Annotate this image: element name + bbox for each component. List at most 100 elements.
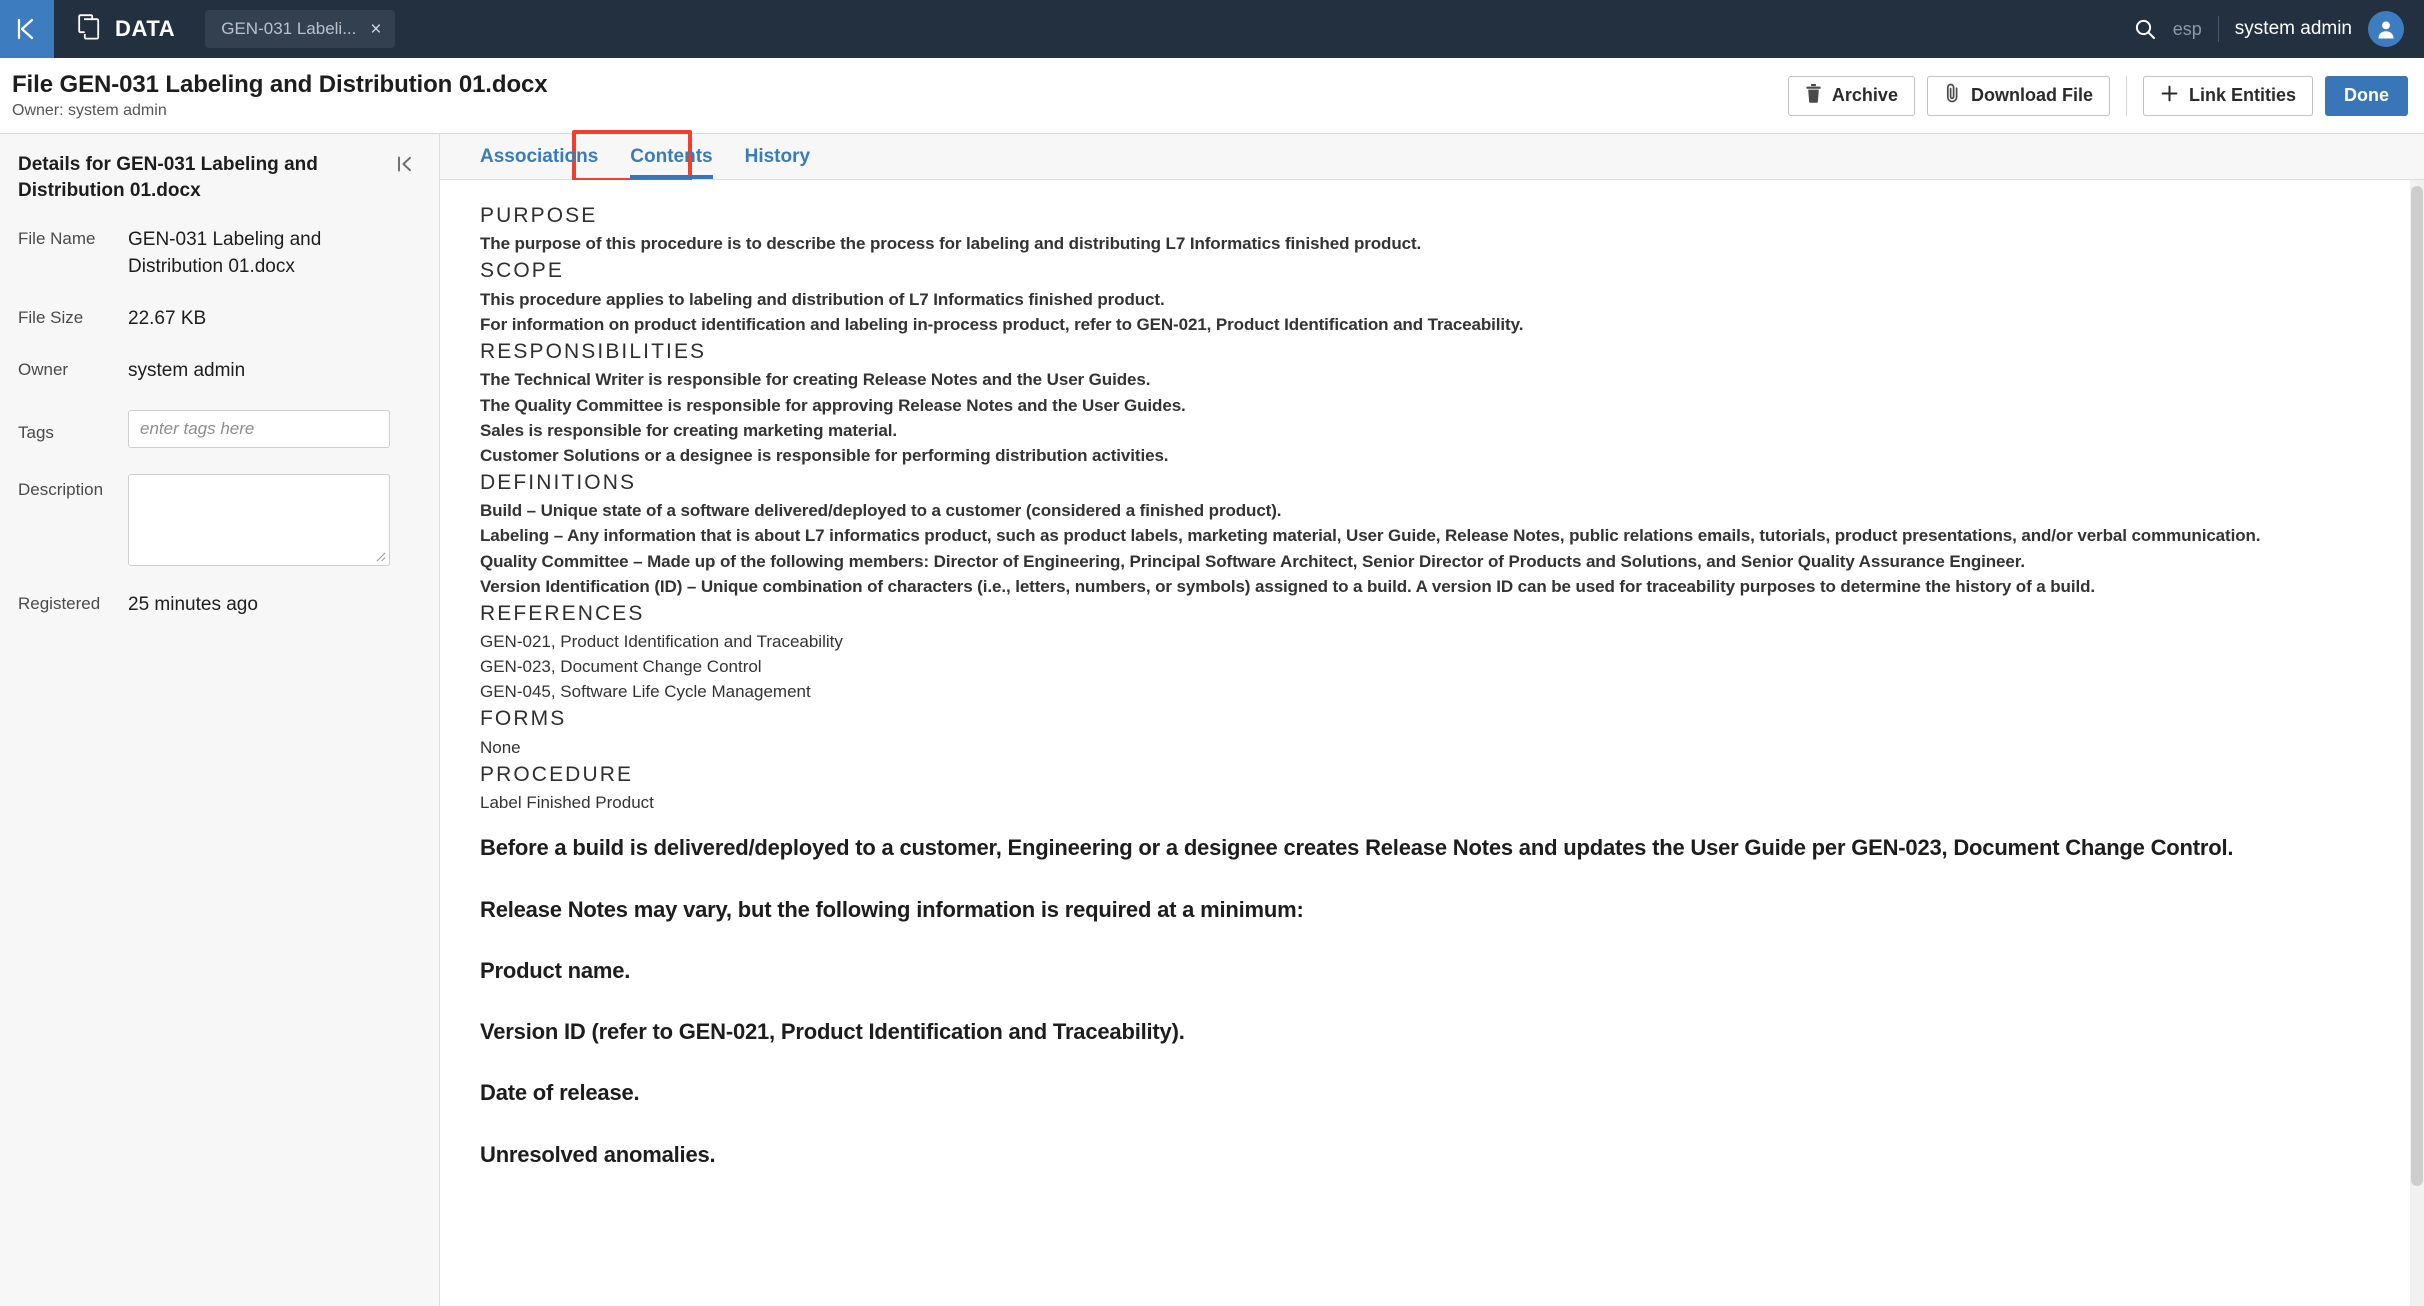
document-line: Labeling – Any information that is about… — [480, 526, 2261, 546]
tab-label: History — [744, 145, 811, 167]
document-line: None — [480, 737, 521, 757]
document-line: The Technical Writer is responsible for … — [480, 370, 1151, 390]
document-line: Build – Unique state of a software deliv… — [480, 501, 1282, 521]
field-owner-label: Owner — [18, 359, 69, 379]
close-tab-icon[interactable]: × — [370, 20, 381, 39]
tags-input[interactable] — [128, 410, 390, 449]
field-registered-label: Registered — [18, 594, 101, 614]
field-description-label: Description — [18, 480, 104, 500]
back-button[interactable] — [0, 0, 54, 58]
field-file-size-value: 22.67 KB — [128, 307, 207, 329]
document-heading: DEFINITIONS — [480, 470, 637, 494]
plus-icon — [2160, 84, 2179, 108]
document-paragraph: Release Notes may vary, but the followin… — [480, 896, 1304, 922]
document-viewer: PURPOSE The purpose of this procedure is … — [440, 180, 2424, 1306]
tab-associations[interactable]: Associations — [464, 134, 614, 179]
chevron-double-left-icon — [14, 15, 40, 43]
tab-contents[interactable]: Contents — [614, 134, 728, 179]
field-file-name-label: File Name — [18, 229, 96, 249]
collapse-panel-icon[interactable] — [395, 152, 415, 179]
document-line: GEN-045, Software Life Cycle Management — [480, 682, 811, 702]
tab-strip: Associations Contents History — [440, 130, 2424, 182]
field-registered-value: 25 minutes ago — [128, 594, 258, 616]
document-paragraph: Product name. — [480, 957, 631, 983]
document-line: Customer Solutions or a designee is resp… — [480, 445, 1169, 465]
page-header-actions: Archive Download File Link Entities Done — [1787, 75, 2408, 116]
application-window: DATA GEN-031 Labeli... × esp system admi… — [0, 0, 2424, 1306]
document-line: Quality Committee – Made up of the follo… — [480, 551, 2025, 571]
field-owner: Owner system admin — [18, 358, 415, 384]
document-line: The Quality Committee is responsible for… — [480, 395, 1186, 415]
document-line: The purpose of this procedure is to desc… — [480, 234, 1422, 254]
action-divider — [2125, 75, 2127, 116]
module-indicator[interactable]: DATA — [54, 13, 197, 45]
details-field-list: File Name GEN-031 Labeling and Distribut… — [18, 227, 415, 618]
document-spacer — [480, 816, 2384, 832]
field-tags: Tags — [18, 410, 415, 449]
locale-switch[interactable]: esp — [2173, 19, 2202, 40]
document-paragraph: Before a build is delivered/deployed to … — [480, 835, 2234, 861]
field-tags-label: Tags — [18, 423, 54, 443]
document-line: GEN-023, Document Change Control — [480, 657, 762, 677]
document-scrollbar-thumb[interactable] — [2411, 186, 2423, 1186]
page-title: File GEN-031 Labeling and Distribution 0… — [12, 71, 548, 98]
top-navigation-bar: DATA GEN-031 Labeli... × esp system admi… — [0, 0, 2424, 58]
field-owner-value: system admin — [128, 359, 246, 381]
document-line: Label Finished Product — [480, 793, 654, 813]
open-document-tab-label: GEN-031 Labeli... — [221, 19, 357, 38]
done-button[interactable]: Done — [2325, 75, 2408, 116]
document-heading: PROCEDURE — [480, 762, 634, 786]
topbar-divider — [2217, 16, 2219, 42]
main-panel: Associations Contents History PURPOSE The p… — [440, 130, 2424, 1306]
paperclip-icon — [1944, 83, 1961, 108]
archive-button[interactable]: Archive — [1787, 75, 1915, 116]
description-textarea[interactable] — [128, 474, 390, 567]
document-line: For information on product identificatio… — [480, 314, 1524, 334]
details-sidebar-header: Details for GEN-031 Labeling and Distrib… — [18, 152, 415, 203]
document-paragraph: Unresolved anomalies. — [480, 1141, 716, 1167]
page-body: Details for GEN-031 Labeling and Distrib… — [0, 130, 2424, 1306]
page-header: File GEN-031 Labeling and Distribution 0… — [0, 58, 2424, 134]
module-label: DATA — [115, 16, 176, 41]
field-file-size: File Size 22.67 KB — [18, 306, 415, 332]
document-paragraph: Date of release. — [480, 1080, 640, 1106]
document-scrollbar[interactable] — [2410, 180, 2424, 1306]
download-file-button-label: Download File — [1970, 85, 2093, 105]
open-document-tab[interactable]: GEN-031 Labeli... × — [205, 10, 395, 48]
page-owner-label: Owner: system admin — [12, 102, 167, 119]
link-entities-button[interactable]: Link Entities — [2142, 75, 2313, 116]
topbar-right-cluster: esp system admin — [2133, 11, 2424, 47]
documents-icon — [78, 13, 102, 45]
resize-grip-icon[interactable] — [372, 548, 386, 562]
document-heading: SCOPE — [480, 259, 565, 283]
document-line: Sales is responsible for creating market… — [480, 420, 898, 440]
document-paragraph: Version ID (refer to GEN-021, Product Id… — [480, 1019, 1185, 1045]
username-label[interactable]: system admin — [2235, 18, 2352, 40]
details-sidebar: Details for GEN-031 Labeling and Distrib… — [0, 134, 440, 1306]
tab-label: Associations — [480, 145, 599, 167]
done-button-label: Done — [2344, 85, 2389, 105]
document-heading: FORMS — [480, 707, 567, 731]
page-header-titles: File GEN-031 Labeling and Distribution 0… — [12, 71, 548, 120]
tab-label: Contents — [630, 145, 713, 167]
search-icon[interactable] — [2133, 17, 2157, 41]
document-line: This procedure applies to labeling and d… — [480, 289, 1165, 309]
trash-icon — [1805, 83, 1822, 108]
document-heading: PURPOSE — [480, 204, 598, 227]
link-entities-button-label: Link Entities — [2188, 85, 2296, 105]
document-line: Version Identification (ID) – Unique com… — [480, 576, 2095, 596]
document-heading: RESPONSIBILITIES — [480, 340, 707, 364]
field-description: Description — [18, 474, 415, 567]
avatar[interactable] — [2368, 11, 2404, 47]
field-file-name: File Name GEN-031 Labeling and Distribut… — [18, 227, 415, 279]
field-file-size-label: File Size — [18, 307, 84, 327]
details-sidebar-title: Details for GEN-031 Labeling and Distrib… — [18, 154, 318, 201]
tab-history[interactable]: History — [729, 134, 826, 179]
document-content: PURPOSE The purpose of this procedure is … — [440, 180, 2424, 1240]
document-heading: REFERENCES — [480, 601, 645, 625]
archive-button-label: Archive — [1831, 85, 1898, 105]
download-file-button[interactable]: Download File — [1926, 75, 2110, 116]
field-registered: Registered 25 minutes ago — [18, 592, 415, 618]
field-file-name-value: GEN-031 Labeling and Distribution 01.doc… — [128, 229, 322, 277]
document-line: GEN-021, Product Identification and Trac… — [480, 632, 843, 652]
